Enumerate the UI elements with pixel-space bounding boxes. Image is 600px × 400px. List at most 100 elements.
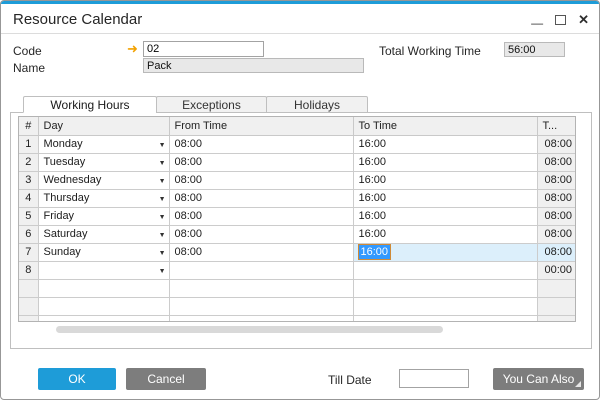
col-header-day[interactable]: Day	[37, 117, 170, 136]
day-cell[interactable]: Monday ▼	[37, 134, 170, 154]
horizontal-scrollbar[interactable]	[56, 326, 443, 333]
col-header-to-time[interactable]: To Time	[352, 117, 538, 136]
tab-holidays[interactable]: Holidays	[266, 96, 368, 113]
to-time-cell[interactable]: 16:00	[352, 188, 538, 208]
from-time-cell[interactable]: 08:00	[168, 224, 354, 244]
from-time-cell[interactable]: 08:00	[168, 134, 354, 154]
table-row: 8 ▼ 00:00	[19, 260, 575, 280]
to-time-cell[interactable]	[352, 314, 538, 321]
row-number-cell[interactable]	[19, 314, 39, 321]
cancel-button[interactable]: Cancel	[126, 368, 206, 390]
code-input[interactable]	[143, 41, 264, 57]
code-label: Code	[13, 44, 42, 58]
you-can-also-button[interactable]: You Can Also	[493, 368, 584, 390]
day-cell-text: Monday	[43, 137, 83, 150]
from-time-cell[interactable]	[168, 260, 354, 280]
from-time-cell[interactable]	[168, 278, 354, 298]
tab-content-panel: # Day From Time To Time T... 1 Monday ▼ 08:…	[10, 112, 592, 349]
day-cell-text: Thursday	[43, 191, 90, 204]
name-label: Name	[13, 61, 46, 75]
dropdown-icon[interactable]: ▼	[159, 227, 166, 243]
total-working-time-field: 56:00	[504, 42, 565, 57]
day-cell[interactable]: Wednesday ▼	[37, 170, 170, 190]
row-number-cell[interactable]: 8	[19, 260, 39, 280]
dropdown-icon[interactable]: ▼	[159, 155, 166, 171]
total-working-time-label: Total Working Time	[379, 44, 481, 58]
tab-bar: Working Hours Exceptions Holidays	[23, 96, 368, 113]
table-header-row: # Day From Time To Time T...	[19, 117, 575, 136]
working-hours-grid: # Day From Time To Time T... 1 Monday ▼ 08:…	[18, 116, 576, 322]
total-cell: 08:00	[536, 188, 575, 208]
from-time-cell[interactable]	[168, 296, 354, 316]
from-time-cell[interactable]	[168, 314, 354, 321]
dropdown-icon[interactable]: ▼	[159, 137, 166, 153]
day-cell[interactable]: Thursday ▼	[37, 188, 170, 208]
total-cell: 08:00	[536, 242, 575, 262]
to-time-cell[interactable]: 16:00	[352, 134, 538, 154]
to-time-cell[interactable]	[352, 278, 538, 298]
row-number-cell[interactable]: 1	[19, 134, 39, 154]
from-time-cell[interactable]: 08:00	[168, 206, 354, 226]
day-cell[interactable]	[37, 278, 170, 298]
day-cell[interactable]: Friday ▼	[37, 206, 170, 226]
to-time-cell[interactable]: 16:00	[352, 224, 538, 244]
day-cell[interactable]: Tuesday ▼	[37, 152, 170, 172]
table-row: 2 Tuesday ▼ 08:00 16:00 08:00	[19, 152, 575, 172]
total-cell: 08:00	[536, 206, 575, 226]
menu-corner-icon	[575, 381, 581, 387]
from-time-cell[interactable]: 08:00	[168, 188, 354, 208]
table-row-empty	[19, 278, 575, 298]
day-cell[interactable]	[37, 314, 170, 321]
total-cell	[536, 296, 575, 316]
day-cell[interactable]: ▼	[37, 260, 170, 280]
total-cell: 08:00	[536, 224, 575, 244]
selected-cell-text[interactable]: 16:00	[357, 244, 392, 260]
to-time-cell[interactable]: 16:00	[352, 170, 538, 190]
day-cell-text: Friday	[43, 209, 75, 222]
till-date-input[interactable]	[399, 369, 469, 388]
link-arrow-icon[interactable]: ➜	[127, 41, 138, 57]
tab-exceptions[interactable]: Exceptions	[156, 96, 267, 113]
window-title: Resource Calendar	[13, 11, 143, 28]
total-cell: 08:00	[536, 170, 575, 190]
to-time-cell[interactable]: 16:00	[352, 152, 538, 172]
close-icon[interactable]: ✕	[578, 12, 589, 28]
dropdown-icon[interactable]: ▼	[159, 191, 166, 207]
dropdown-icon[interactable]: ▼	[159, 173, 166, 189]
to-time-cell[interactable]: 16:00	[352, 206, 538, 226]
tab-working-hours[interactable]: Working Hours	[23, 96, 157, 113]
total-cell: 00:00	[536, 260, 575, 280]
row-number-cell[interactable]: 4	[19, 188, 39, 208]
title-bar[interactable]: Resource Calendar — ✕	[1, 4, 599, 34]
from-time-cell[interactable]: 08:00	[168, 152, 354, 172]
ok-button[interactable]: OK	[38, 368, 116, 390]
row-number-cell[interactable]	[19, 296, 39, 316]
row-number-cell[interactable]: 7	[19, 242, 39, 262]
minimize-icon[interactable]: —	[531, 17, 543, 29]
dropdown-icon[interactable]: ▼	[159, 245, 166, 261]
row-number-cell[interactable]: 3	[19, 170, 39, 190]
total-cell	[536, 278, 575, 298]
to-time-cell[interactable]: 16:00	[352, 242, 538, 262]
dropdown-icon[interactable]: ▼	[159, 263, 166, 279]
row-number-cell[interactable]: 5	[19, 206, 39, 226]
window-controls: — ✕	[531, 12, 589, 29]
day-cell-text: Tuesday	[43, 155, 86, 168]
day-cell[interactable]: Saturday ▼	[37, 224, 170, 244]
day-cell-text: Saturday	[43, 227, 88, 240]
dropdown-icon[interactable]: ▼	[159, 209, 166, 225]
to-time-cell[interactable]	[352, 296, 538, 316]
to-time-cell[interactable]	[352, 260, 538, 280]
row-number-cell[interactable]: 6	[19, 224, 39, 244]
row-number-cell[interactable]	[19, 278, 39, 298]
from-time-cell[interactable]: 08:00	[168, 170, 354, 190]
col-header-total[interactable]: T...	[536, 117, 575, 136]
row-number-cell[interactable]: 2	[19, 152, 39, 172]
col-header-from-time[interactable]: From Time	[168, 117, 354, 136]
day-cell[interactable]: Sunday ▼	[37, 242, 170, 262]
maximize-icon[interactable]	[555, 15, 567, 25]
from-time-cell[interactable]: 08:00	[168, 242, 354, 262]
day-cell[interactable]	[37, 296, 170, 316]
table-row: 1 Monday ▼ 08:00 16:00 08:00	[19, 134, 575, 154]
col-header-number[interactable]: #	[19, 117, 39, 136]
